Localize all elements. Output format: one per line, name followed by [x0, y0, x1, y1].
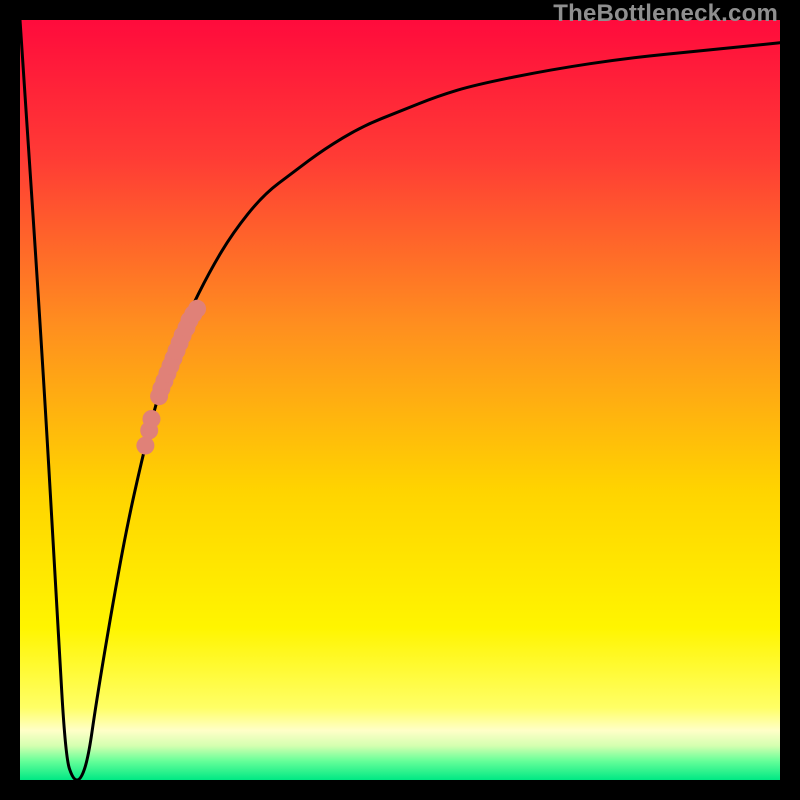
bottleneck-plot	[20, 20, 780, 780]
watermark-text: TheBottleneck.com	[553, 0, 778, 28]
data-point	[136, 437, 154, 455]
data-point	[188, 300, 206, 318]
gradient-background	[20, 20, 780, 780]
chart-frame: { "watermark": "TheBottleneck.com", "col…	[0, 0, 800, 800]
data-point	[142, 410, 160, 428]
